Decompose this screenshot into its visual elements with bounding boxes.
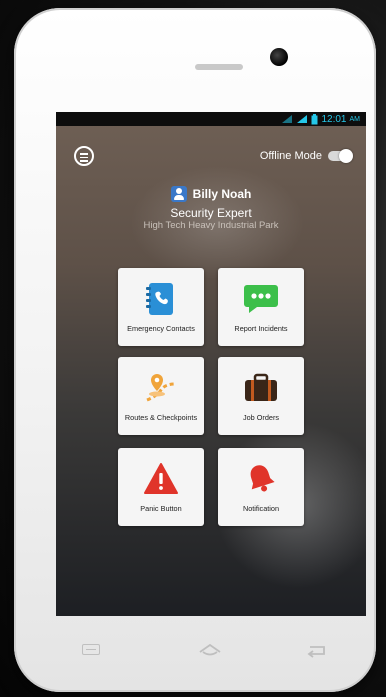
offline-mode-toggle[interactable] (328, 149, 353, 163)
job-orders-tile[interactable]: Job Orders (218, 357, 304, 435)
chat-bubble-icon (244, 285, 278, 313)
tile-label: Notification (242, 504, 280, 513)
tile-label: Job Orders (242, 413, 280, 422)
bell-icon (250, 465, 275, 492)
clock-ampm: AM (349, 115, 361, 123)
status-icons: 12:01 AM (281, 113, 360, 125)
app-screen: 12:01 AM Offline Mode Billy Noah Securit… (56, 112, 366, 616)
notification-tile[interactable]: Notification (218, 448, 304, 526)
tile-label: Emergency Contacts (127, 324, 195, 333)
user-role: Security Expert (170, 206, 252, 220)
routes-checkpoints-tile[interactable]: Routes & Checkpoints (118, 357, 204, 435)
route-pin-icon (146, 374, 176, 402)
user-header: Billy Noah (56, 186, 366, 202)
tile-label: Report Incidents (234, 324, 288, 333)
back-key-icon[interactable] (306, 644, 328, 658)
warning-triangle-icon (144, 463, 178, 494)
contacts-book-icon (146, 283, 173, 315)
user-location: High Tech Heavy Industrial Park (143, 220, 279, 231)
battery-icon (311, 113, 318, 124)
front-camera (270, 48, 288, 66)
phone-frame: 12:01 AM Offline Mode Billy Noah Securit… (14, 8, 376, 692)
user-name: Billy Noah (192, 187, 252, 201)
emergency-contacts-tile[interactable]: Emergency Contacts (118, 268, 204, 346)
offline-mode-label: Offline Mode (259, 150, 322, 162)
hamburger-menu-button[interactable] (74, 146, 94, 166)
clock-time: 12:01 (321, 113, 347, 125)
panic-button-tile[interactable]: Panic Button (118, 448, 204, 526)
earpiece-speaker (195, 64, 243, 70)
home-key-icon[interactable] (198, 642, 222, 658)
report-incidents-tile[interactable]: Report Incidents (218, 268, 304, 346)
menu-key[interactable] (82, 644, 100, 655)
briefcase-icon (245, 373, 277, 401)
signal-icon (297, 115, 308, 123)
user-avatar-icon (170, 186, 187, 202)
tile-label: Routes & Checkpoints (124, 413, 198, 422)
status-bar: 12:01 AM (56, 112, 366, 126)
tile-label: Panic Button (140, 504, 182, 513)
wifi-icon (282, 115, 293, 123)
